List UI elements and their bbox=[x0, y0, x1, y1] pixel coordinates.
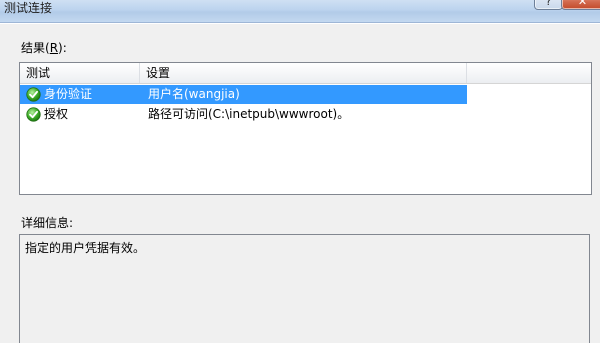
title-bar: 测试连接 ? ✕ bbox=[0, 0, 600, 23]
dialog-body: 结果(R): 测试 设置 身份验证 用户名(wangjia) 授权 路径可访问(… bbox=[0, 23, 600, 343]
result-row-authorization[interactable]: 授权 路径可访问(C:\inetpub\wwwroot)。 bbox=[20, 105, 467, 124]
details-text: 指定的用户凭据有效。 bbox=[25, 241, 146, 255]
close-button[interactable]: ✕ bbox=[561, 0, 600, 10]
result-row-authentication[interactable]: 身份验证 用户名(wangjia) bbox=[20, 85, 467, 104]
help-icon: ? bbox=[545, 0, 552, 8]
window-title: 测试连接 bbox=[4, 1, 53, 15]
column-header-setting[interactable]: 设置 bbox=[140, 63, 467, 83]
results-label: 结果(R): bbox=[21, 41, 67, 55]
close-icon: ✕ bbox=[577, 0, 588, 8]
details-box[interactable]: 指定的用户凭据有效。 bbox=[19, 234, 590, 343]
result-setting: 用户名(wangjia) bbox=[148, 87, 240, 101]
result-setting: 路径可访问(C:\inetpub\wwwroot)。 bbox=[148, 107, 350, 121]
check-green-icon bbox=[26, 107, 41, 122]
help-button[interactable]: ? bbox=[534, 0, 563, 10]
result-test-name: 授权 bbox=[44, 107, 69, 121]
column-header-filler bbox=[467, 63, 591, 83]
result-test-name: 身份验证 bbox=[44, 87, 93, 101]
details-label: 详细信息: bbox=[21, 216, 74, 230]
column-header-test[interactable]: 测试 bbox=[20, 63, 140, 83]
check-green-icon bbox=[26, 87, 41, 102]
results-list[interactable]: 测试 设置 身份验证 用户名(wangjia) 授权 路径可访问(C:\inet… bbox=[19, 62, 592, 195]
list-header: 测试 设置 bbox=[20, 63, 591, 84]
